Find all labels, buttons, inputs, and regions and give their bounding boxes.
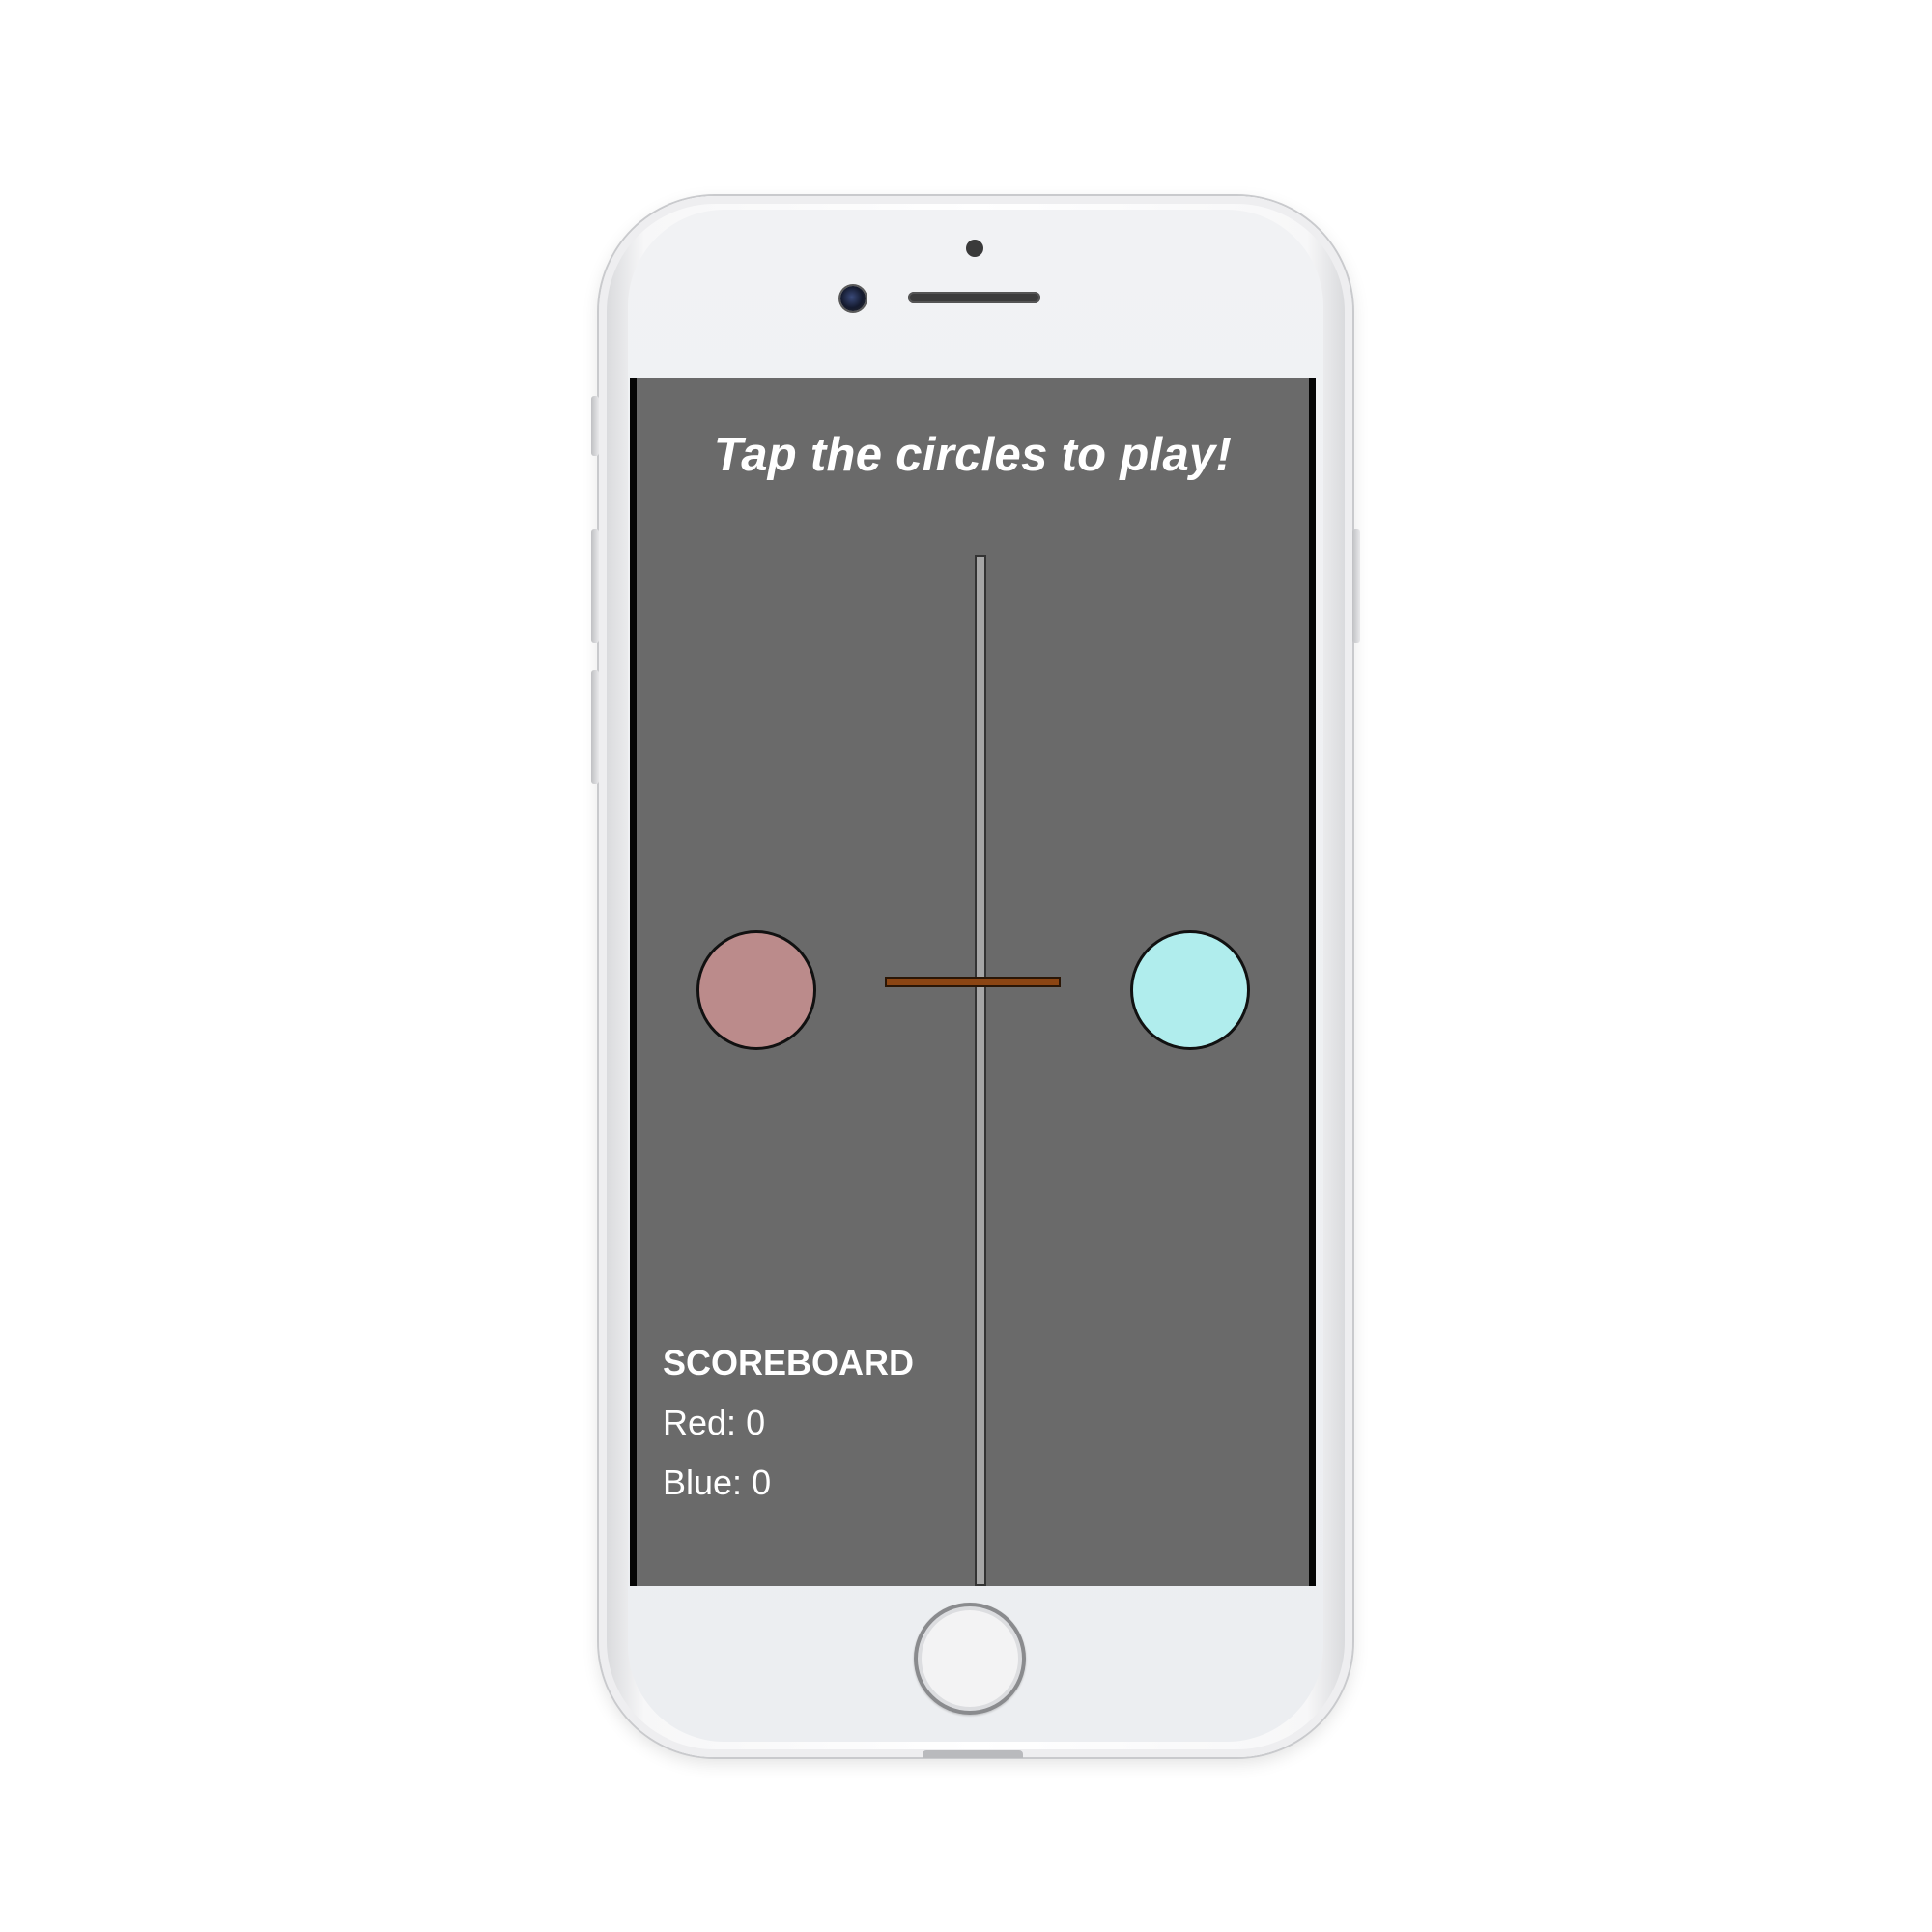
game-title: Tap the circles to play! <box>713 429 1233 481</box>
scoreboard-heading: SCOREBOARD <box>663 1343 915 1382</box>
blue-score-value: 0 <box>752 1463 772 1502</box>
scoreboard: SCOREBOARD Red: 0 Blue: 0 <box>663 1344 914 1523</box>
paddle <box>887 979 1059 985</box>
game-screen: Tap the circles to play! SCOREBOARD Red:… <box>630 378 1316 1586</box>
center-divider <box>975 555 986 1586</box>
red-score-label: Red: <box>663 1403 737 1442</box>
red-circle[interactable] <box>699 933 813 1047</box>
red-score-row: Red: 0 <box>663 1404 914 1442</box>
volume-up-button <box>591 529 599 643</box>
red-score-value: 0 <box>746 1403 766 1442</box>
speaker-icon <box>908 292 1040 303</box>
power-button <box>1352 529 1360 643</box>
blue-circle[interactable] <box>1133 933 1247 1047</box>
volume-down-button <box>591 670 599 784</box>
lightning-port <box>923 1750 1023 1758</box>
canvas: Tap the circles to play! SCOREBOARD Red:… <box>0 0 1932 1932</box>
blue-score-label: Blue: <box>663 1463 743 1502</box>
proximity-sensor <box>966 240 983 257</box>
camera-icon <box>840 286 866 311</box>
blue-score-row: Blue: 0 <box>663 1463 914 1502</box>
home-button-icon[interactable] <box>914 1603 1026 1715</box>
mute-switch <box>591 396 599 456</box>
